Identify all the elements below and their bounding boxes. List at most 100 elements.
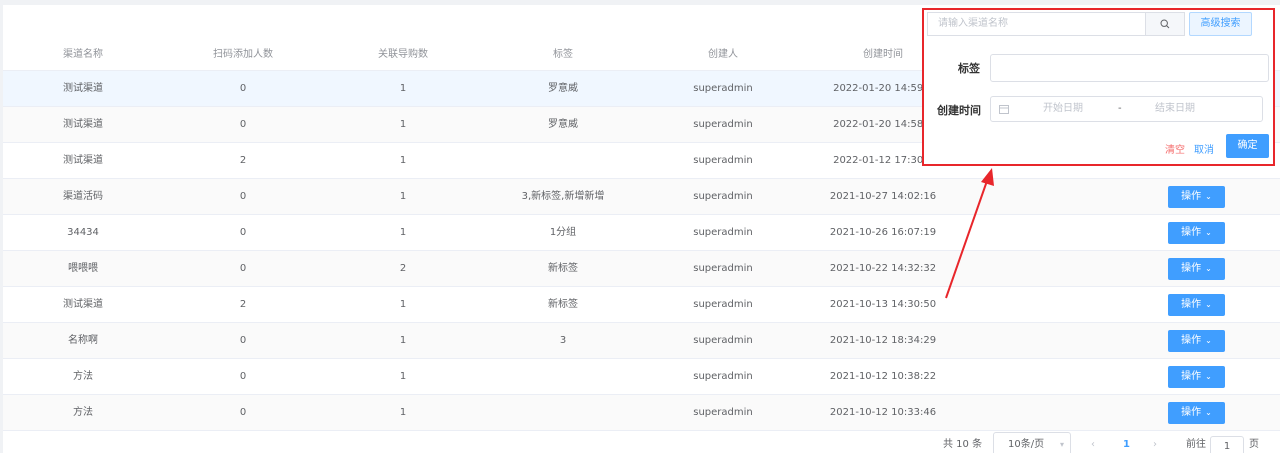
- table-row: 方法 0 1 superadmin 2021-10-12 10:38:22 操作 ⌄: [3, 359, 1280, 395]
- cell-creator: superadmin: [693, 299, 753, 310]
- cell-channel-name: 方法: [73, 407, 93, 418]
- search-icon: [1160, 19, 1170, 29]
- cell-tag: 罗意威: [548, 83, 578, 94]
- cell-guide-count: 1: [399, 335, 407, 346]
- clear-button[interactable]: 清空: [1165, 141, 1185, 156]
- cell-created-time: 2021-10-13 14:30:50: [829, 299, 937, 310]
- chevron-down-icon: ⌄: [1205, 264, 1212, 273]
- cell-scan-count: 0: [239, 191, 247, 202]
- cell-channel-name: 测试渠道: [63, 299, 103, 310]
- cell-channel-name: 渠道活码: [63, 191, 103, 202]
- header-scan-count: 扫码添加人数: [213, 49, 273, 60]
- header-tag: 标签: [553, 49, 573, 60]
- operation-label: 操作: [1181, 299, 1202, 310]
- operation-label: 操作: [1181, 191, 1202, 202]
- cell-tag: 3: [559, 335, 567, 346]
- operation-dropdown-button[interactable]: 操作 ⌄: [1168, 294, 1225, 316]
- chevron-down-icon: ▾: [1059, 440, 1064, 449]
- cell-creator: superadmin: [693, 335, 753, 346]
- cell-created-time: 2021-10-27 14:02:16: [829, 191, 937, 202]
- cell-created-time: 2021-10-12 18:34:29: [829, 335, 937, 346]
- table-row: 名称啊 0 1 3 superadmin 2021-10-12 18:34:29 操作 ⌄: [3, 323, 1280, 359]
- header-guide-count: 关联导购数: [378, 49, 428, 60]
- page-size-value: 10条/页: [1008, 439, 1045, 450]
- cell-channel-name: 测试渠道: [63, 83, 103, 94]
- cell-created-time: 2021-10-22 14:32:32: [829, 263, 937, 274]
- date-range-picker[interactable]: 开始日期 - 结束日期: [990, 96, 1263, 122]
- operation-label: 操作: [1181, 227, 1202, 238]
- operation-dropdown-button[interactable]: 操作 ⌄: [1168, 186, 1225, 208]
- chevron-down-icon: ⌄: [1205, 408, 1212, 417]
- cell-creator: superadmin: [693, 83, 753, 94]
- cell-guide-count: 1: [399, 371, 407, 382]
- prev-page-button[interactable]: ‹: [1091, 433, 1095, 453]
- cancel-button[interactable]: 取消: [1194, 141, 1214, 156]
- cell-tag: [483, 143, 643, 178]
- cell-scan-count: 0: [239, 227, 247, 238]
- advanced-search-button[interactable]: 高级搜索: [1189, 12, 1252, 36]
- cell-guide-count: 1: [399, 299, 407, 310]
- chevron-left-icon: ‹: [1091, 439, 1095, 450]
- cell-created-time: 2021-10-12 10:33:46: [829, 407, 937, 418]
- table-row: 喂喂喂 0 2 新标签 superadmin 2021-10-22 14:32:32 操作 ⌄: [3, 251, 1280, 287]
- chevron-down-icon: ⌄: [1205, 372, 1212, 381]
- operation-label: 操作: [1181, 335, 1202, 346]
- operation-dropdown-button[interactable]: 操作 ⌄: [1168, 402, 1225, 424]
- cell-guide-count: 2: [399, 263, 407, 274]
- cell-creator: superadmin: [693, 119, 753, 130]
- cell-scan-count: 0: [239, 83, 247, 94]
- goto-label: 前往: [1186, 439, 1206, 450]
- search-button[interactable]: [1145, 12, 1185, 36]
- cell-creator: superadmin: [693, 155, 753, 166]
- cell-created-time: 2021-10-12 10:38:22: [829, 371, 937, 382]
- chevron-down-icon: ⌄: [1205, 228, 1212, 237]
- cell-tag: 1分组: [549, 227, 577, 238]
- end-date-input[interactable]: 结束日期: [1155, 97, 1195, 121]
- chevron-down-icon: ⌄: [1205, 300, 1212, 309]
- table-row: 方法 0 1 superadmin 2021-10-12 10:33:46 操作 ⌄: [3, 395, 1280, 431]
- operation-label: 操作: [1181, 407, 1202, 418]
- cell-scan-count: 0: [239, 119, 247, 130]
- tag-input[interactable]: [990, 54, 1269, 82]
- cell-creator: superadmin: [693, 263, 753, 274]
- cell-scan-count: 0: [239, 407, 247, 418]
- cell-guide-count: 1: [399, 191, 407, 202]
- next-page-button[interactable]: ›: [1153, 433, 1157, 453]
- cell-guide-count: 1: [399, 83, 407, 94]
- cell-scan-count: 2: [239, 299, 247, 310]
- page-size-select[interactable]: 10条/页 ▾: [993, 432, 1071, 453]
- confirm-button[interactable]: 确定: [1226, 134, 1269, 158]
- header-channel-name: 渠道名称: [63, 49, 103, 60]
- page-number-current[interactable]: 1: [1123, 433, 1130, 453]
- cell-guide-count: 1: [399, 227, 407, 238]
- page-suffix: 页: [1249, 439, 1259, 450]
- cell-creator: superadmin: [693, 227, 753, 238]
- pagination-total: 共 10 条: [943, 439, 983, 450]
- cell-tag: [483, 359, 643, 394]
- cell-channel-name: 方法: [73, 371, 93, 382]
- cell-guide-count: 1: [399, 407, 407, 418]
- operation-dropdown-button[interactable]: 操作 ⌄: [1168, 366, 1225, 388]
- header-creator: 创建人: [708, 49, 738, 60]
- cell-guide-count: 1: [399, 155, 407, 166]
- chevron-right-icon: ›: [1153, 439, 1157, 450]
- operation-dropdown-button[interactable]: 操作 ⌄: [1168, 222, 1225, 244]
- table-row: 34434 0 1 1分组 superadmin 2021-10-26 16:07:19 操…: [3, 215, 1280, 251]
- cell-created-time: 2021-10-26 16:07:19: [829, 227, 937, 238]
- created-time-label: 创建时间: [937, 104, 981, 117]
- cell-channel-name: 名称啊: [68, 335, 98, 346]
- cell-scan-count: 0: [239, 335, 247, 346]
- cell-scan-count: 2: [239, 155, 247, 166]
- channel-search-input[interactable]: 请输入渠道名称: [927, 12, 1146, 36]
- operation-dropdown-button[interactable]: 操作 ⌄: [1168, 258, 1225, 280]
- chevron-down-icon: ⌄: [1205, 192, 1212, 201]
- cell-tag: 罗意威: [548, 119, 578, 130]
- goto-page-input[interactable]: 1: [1210, 436, 1244, 453]
- cell-channel-name: 测试渠道: [63, 119, 103, 130]
- cell-guide-count: 1: [399, 119, 407, 130]
- operation-dropdown-button[interactable]: 操作 ⌄: [1168, 330, 1225, 352]
- advanced-search-popover: 请输入渠道名称 高级搜索 标签 创建时间 开始日期 - 结束日期 清空 取消 确…: [922, 8, 1275, 166]
- cell-tag: 3,新标签,新增新增: [521, 191, 605, 202]
- cell-creator: superadmin: [693, 407, 753, 418]
- start-date-input[interactable]: 开始日期: [1043, 97, 1083, 121]
